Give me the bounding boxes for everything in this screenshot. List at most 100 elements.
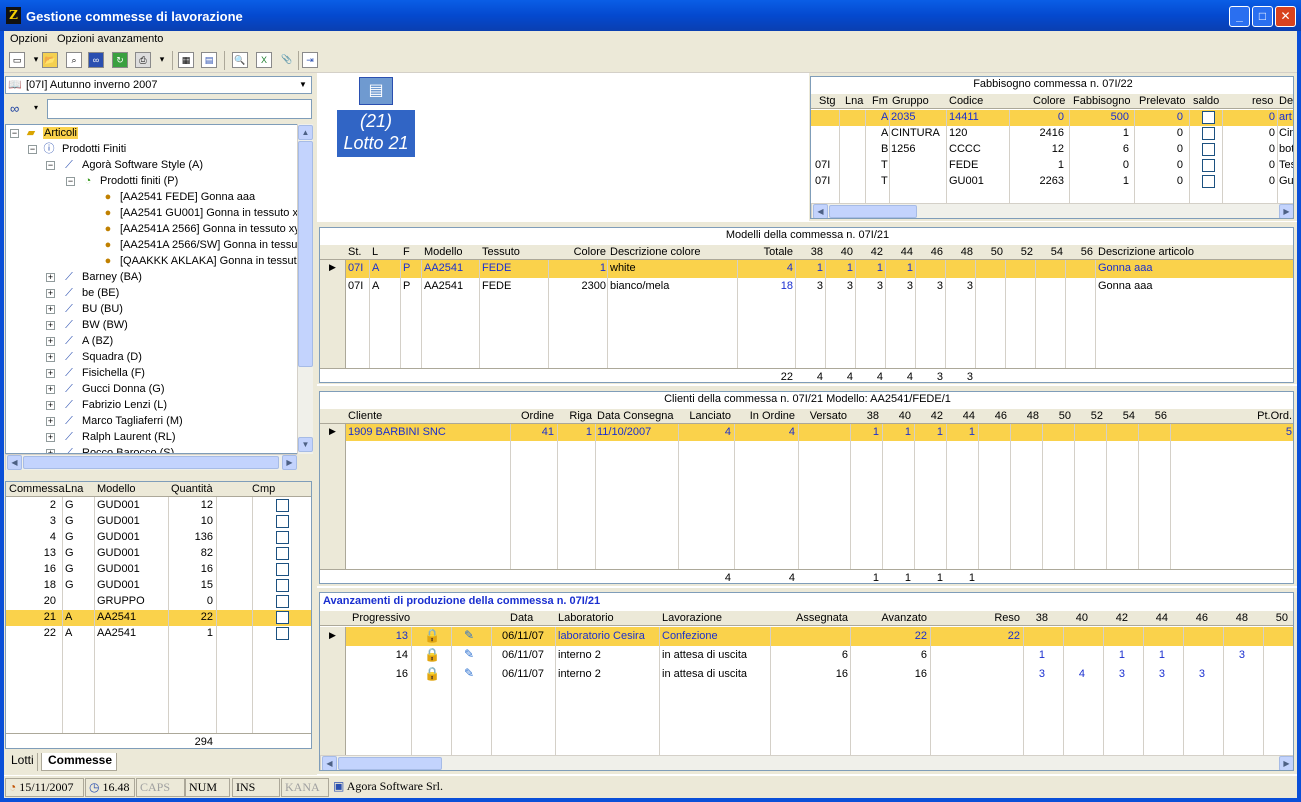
tree-horizontal-scrollbar[interactable]: ◀ ▶ (5, 454, 297, 470)
excel-icon[interactable]: X (256, 52, 272, 68)
table-row[interactable]: 1909 BARBINI SNC 41 1 11/10/2007 4 4 1 1 1 1 5 (346, 424, 1293, 441)
col-codice[interactable]: Codice (949, 95, 983, 107)
col-modelli-8[interactable]: 38 (811, 246, 823, 258)
avanzamenti-hscroll[interactable]: ◀ ▶ (320, 755, 1293, 770)
col-avanzamenti-8[interactable]: Reso (994, 612, 1020, 624)
refresh-icon[interactable]: ↻ (112, 52, 128, 68)
tree-root[interactable]: Articoli (43, 127, 79, 139)
padlock-icon[interactable]: 🔒 (424, 628, 440, 644)
col-modelli-17[interactable]: 56 (1081, 246, 1093, 258)
scroll-up-icon[interactable]: ▲ (298, 125, 313, 140)
col-colore[interactable]: Colore (1033, 95, 1065, 107)
expand-icon[interactable]: + (46, 401, 55, 410)
tree-item[interactable]: [AA2541 FEDE] Gonna aaa (120, 191, 255, 203)
col-lna[interactable]: Lna (65, 483, 83, 495)
col-clienti-15[interactable]: 54 (1123, 410, 1135, 422)
tree-brand[interactable]: Rocco Barocco (S) (82, 447, 174, 453)
tree-brand[interactable]: Squadra (D) (82, 351, 142, 363)
col-clienti-11[interactable]: 46 (995, 410, 1007, 422)
expand-icon[interactable]: + (46, 353, 55, 362)
tab-lotti[interactable]: Lotti (5, 753, 38, 771)
tree-brand[interactable]: Gucci Donna (G) (82, 383, 165, 395)
scroll-thumb[interactable] (298, 141, 313, 367)
col-clienti-16[interactable]: 56 (1155, 410, 1167, 422)
col-modelli-14[interactable]: 50 (991, 246, 1003, 258)
table-row[interactable]: 16 G GUD001 16 (6, 562, 311, 578)
expand-icon[interactable]: + (46, 321, 55, 330)
col-modelli-15[interactable]: 52 (1021, 246, 1033, 258)
cmp-checkbox[interactable] (276, 595, 289, 608)
tree-item[interactable]: [AA2541A 2566/SW] Gonna in tessul (120, 239, 297, 251)
col-avanzamenti-13[interactable]: 46 (1196, 612, 1208, 624)
tree-prodotti-finiti[interactable]: Prodotti Finiti (62, 143, 126, 155)
col-modelli-4[interactable]: Tessuto (482, 246, 520, 258)
col-gruppo[interactable]: Gruppo (892, 95, 929, 107)
expand-icon[interactable]: + (46, 433, 55, 442)
col-modelli-2[interactable]: F (403, 246, 410, 258)
cmp-checkbox[interactable] (276, 627, 289, 640)
zoom-icon[interactable]: 🔍 (232, 52, 248, 68)
edit-icon[interactable]: ✎ (464, 647, 474, 661)
col-modelli-13[interactable]: 48 (961, 246, 973, 258)
col-clienti-14[interactable]: 52 (1091, 410, 1103, 422)
scroll-left-icon[interactable]: ◀ (813, 204, 828, 218)
col-quantita[interactable]: Quantità (171, 483, 213, 495)
menu-opzioni[interactable]: Opzioni (10, 33, 47, 45)
tree-item[interactable]: [AA2541A 2566] Gonna in tessuto xy (120, 223, 297, 235)
col-lna[interactable]: Lna (845, 95, 863, 107)
col-avanzamenti-9[interactable]: 38 (1036, 612, 1048, 624)
tree-prodotti-finiti-p[interactable]: Prodotti finiti (P) (100, 175, 178, 187)
col-reso[interactable]: reso (1252, 95, 1273, 107)
tree-brand[interactable]: BU (BU) (82, 303, 123, 315)
saldo-checkbox[interactable] (1202, 111, 1215, 124)
grid-icon[interactable]: ▤ (201, 52, 217, 68)
col-clienti-12[interactable]: 48 (1027, 410, 1039, 422)
col-modelli-3[interactable]: Modello (424, 246, 463, 258)
collapse-icon[interactable]: − (28, 145, 37, 154)
saldo-checkbox[interactable] (1202, 127, 1215, 140)
col-cmp[interactable]: Cmp (252, 483, 275, 495)
binoculars-icon[interactable]: ∞ (10, 101, 19, 116)
table-row[interactable]: 2 G GUD001 12 (6, 498, 311, 514)
scroll-down-icon[interactable]: ▼ (298, 437, 313, 452)
scroll-right-icon[interactable]: ▶ (1279, 204, 1293, 218)
col-modelli-0[interactable]: St. (348, 246, 361, 258)
chevron-down-icon[interactable]: ▾ (154, 52, 170, 68)
collapse-icon[interactable]: − (46, 161, 55, 170)
paperclip-icon[interactable]: 📎 (279, 52, 295, 68)
expand-icon[interactable]: + (46, 305, 55, 314)
tree-brand[interactable]: BW (BW) (82, 319, 128, 331)
col-avanzamenti-5[interactable]: Lavorazione (662, 612, 722, 624)
col-modelli-16[interactable]: 54 (1051, 246, 1063, 258)
col-modelli-12[interactable]: 46 (931, 246, 943, 258)
lotto-icon[interactable]: ▤ (359, 77, 393, 105)
table-row[interactable]: 13 G GUD001 82 (6, 546, 311, 562)
table-row[interactable]: 07I A P AA2541 FEDE 2300 bianco/mela 18 3 3 3 3 3 3 Go… (346, 278, 1293, 296)
chevron-down-icon[interactable]: ▼ (297, 78, 309, 92)
collapse-icon[interactable]: − (10, 129, 19, 138)
maximize-button[interactable]: □ (1252, 6, 1273, 27)
cmp-checkbox[interactable] (276, 515, 289, 528)
tree-brand[interactable]: Barney (BA) (82, 271, 142, 283)
binoculars-icon[interactable]: ∞ (88, 52, 104, 68)
table-row[interactable]: 4 G GUD001 136 (6, 530, 311, 546)
expand-icon[interactable]: + (46, 337, 55, 346)
print-icon[interactable]: ⎙ (135, 52, 151, 68)
col-modelli-18[interactable]: Descrizione articolo (1098, 246, 1194, 258)
scroll-left-icon[interactable]: ◀ (7, 455, 22, 470)
col-modelli-5[interactable]: Colore (574, 246, 606, 258)
col-modelli-6[interactable]: Descrizione colore (610, 246, 700, 258)
fabbisogno-hscroll[interactable]: ◀ ▶ (811, 203, 1293, 218)
col-clienti-3[interactable]: Data Consegna (597, 410, 673, 422)
table-row[interactable]: 20 GRUPPO 0 (6, 594, 311, 610)
scroll-thumb[interactable] (338, 757, 442, 770)
col-clienti-6[interactable]: Versato (810, 410, 847, 422)
tree-brand[interactable]: Fisichella (F) (82, 367, 145, 379)
col-saldo[interactable]: saldo (1193, 95, 1219, 107)
col-modelli-1[interactable]: L (372, 246, 378, 258)
col-clienti-4[interactable]: Lanciato (689, 410, 731, 422)
saldo-checkbox[interactable] (1202, 175, 1215, 188)
expand-icon[interactable]: + (46, 385, 55, 394)
collapse-icon[interactable]: − (66, 177, 75, 186)
tree-vertical-scrollbar[interactable]: ▲ ▼ (297, 124, 313, 454)
